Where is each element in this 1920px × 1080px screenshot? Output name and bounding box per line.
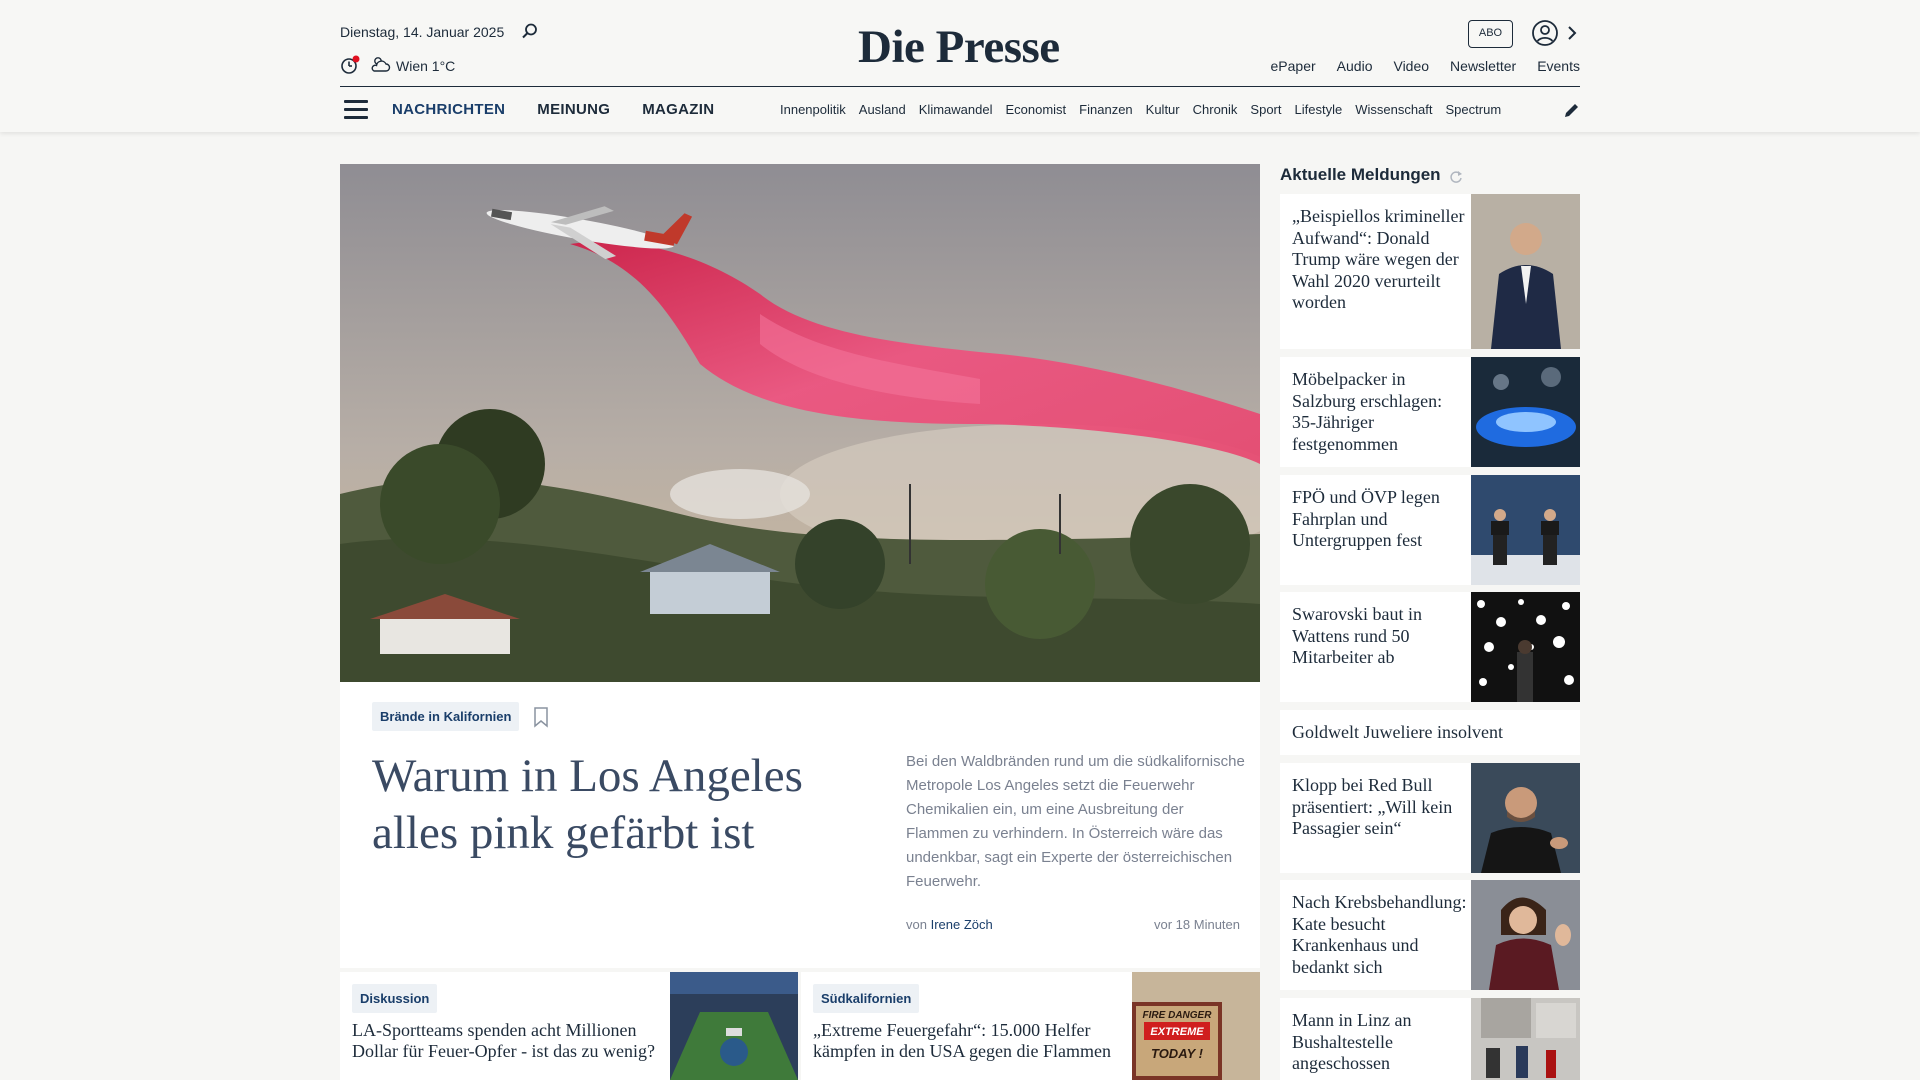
news-item[interactable]: Nach Krebsbehandlung: Kate besucht Krank… (1280, 880, 1580, 990)
sign-text: TODAY ! (1151, 1046, 1204, 1061)
hero-byline: von Irene Zöch (906, 917, 993, 932)
search-icon[interactable] (521, 22, 539, 40)
nav-nachrichten[interactable]: NACHRICHTEN (392, 101, 505, 118)
hero-headline[interactable]: Warum in Los Angeles alles pink gefärbt … (372, 748, 872, 862)
header-divider (340, 86, 1580, 87)
site-logo[interactable]: Die Presse (858, 20, 1060, 74)
weather-text: Wien 1°C (396, 58, 456, 74)
site-header: Dienstag, 14. Januar 2025 Wien 1°C Die P… (0, 0, 1920, 132)
news-item[interactable]: Möbelpacker in Salzburg erschlagen: 35-J… (1280, 357, 1580, 467)
card-topic-tag[interactable]: Diskussion (352, 984, 438, 1013)
top-links: ePaper Audio Video Newsletter Events (1271, 58, 1580, 74)
subnav-ausland[interactable]: Ausland (859, 102, 906, 117)
menu-icon[interactable] (344, 100, 368, 120)
subnav-wissenschaft[interactable]: Wissenschaft (1355, 102, 1432, 117)
news-item-title[interactable]: Klopp bei Red Bull präsentiert: „Will ke… (1292, 775, 1467, 840)
nav-magazin[interactable]: MAGAZIN (642, 101, 714, 118)
subnav-chronik[interactable]: Chronik (1193, 102, 1238, 117)
hero-timestamp: vor 18 Minuten (1154, 917, 1240, 932)
user-icon[interactable] (1531, 19, 1559, 47)
subnav-spectrum[interactable]: Spectrum (1446, 102, 1502, 117)
news-item-title[interactable]: Mann in Linz an Bushaltestelle angeschos… (1292, 1010, 1467, 1075)
top-link-epaper[interactable]: ePaper (1271, 58, 1316, 74)
card-image[interactable] (670, 972, 798, 1080)
weather-icon (371, 57, 391, 72)
subnav-sport[interactable]: Sport (1250, 102, 1281, 117)
news-item-image[interactable] (1471, 880, 1580, 990)
news-item-image[interactable] (1471, 475, 1580, 585)
news-item-image[interactable] (1471, 194, 1580, 349)
news-item-title[interactable]: Swarovski baut in Wattens rund 50 Mitarb… (1292, 604, 1467, 669)
news-item-title[interactable]: FPÖ und ÖVP legen Fahrplan und Untergrup… (1292, 487, 1467, 552)
pen-icon[interactable] (1563, 101, 1581, 119)
top-link-video[interactable]: Video (1393, 58, 1429, 74)
subnav-finanzen[interactable]: Finanzen (1079, 102, 1132, 117)
news-item[interactable]: „Beispiellos krimineller Aufwand“: Donal… (1280, 194, 1580, 349)
current-date: Dienstag, 14. Januar 2025 (340, 24, 505, 40)
news-item[interactable]: Swarovski baut in Wattens rund 50 Mitarb… (1280, 592, 1580, 702)
news-item[interactable]: Mann in Linz an Bushaltestelle angeschos… (1280, 998, 1580, 1080)
card-title[interactable]: „Extreme Feuergefahr“: 15.000 Helfer käm… (813, 1020, 1123, 1062)
sub-nav: Innenpolitik Ausland Klimawandel Economi… (780, 102, 1540, 117)
news-item-image[interactable] (1471, 592, 1580, 702)
hero-teaser: Bei den Waldbränden rund um die südkalif… (906, 753, 1245, 890)
news-item-image[interactable] (1471, 998, 1580, 1080)
subnav-kultur[interactable]: Kultur (1146, 102, 1180, 117)
subnav-economist[interactable]: Economist (1005, 102, 1066, 117)
sign-text: FIRE DANGER (1143, 1010, 1213, 1021)
news-item[interactable]: Klopp bei Red Bull präsentiert: „Will ke… (1280, 763, 1580, 873)
news-item[interactable]: FPÖ und ÖVP legen Fahrplan und Untergrup… (1280, 475, 1580, 585)
top-link-newsletter[interactable]: Newsletter (1450, 58, 1516, 74)
refresh-icon[interactable] (1449, 170, 1463, 184)
news-item-title[interactable]: „Beispiellos krimineller Aufwand“: Donal… (1292, 206, 1467, 314)
news-item-title[interactable]: Nach Krebsbehandlung: Kate besucht Krank… (1292, 892, 1467, 978)
sign-text: EXTREME (1150, 1026, 1204, 1038)
card-title[interactable]: LA-Sportteams spenden acht Millionen Dol… (352, 1020, 662, 1062)
hero-image[interactable] (340, 164, 1260, 682)
news-item[interactable]: Goldwelt Juweliere insolvent (1280, 710, 1580, 755)
news-item-title[interactable]: Goldwelt Juweliere insolvent (1292, 722, 1562, 744)
byline-prefix: von (906, 917, 927, 932)
author-link[interactable]: Irene Zöch (931, 917, 993, 932)
news-item-image[interactable] (1471, 763, 1580, 873)
subnav-innenpolitik[interactable]: Innenpolitik (780, 102, 846, 117)
top-link-events[interactable]: Events (1537, 58, 1580, 74)
subnav-lifestyle[interactable]: Lifestyle (1295, 102, 1343, 117)
news-item-title[interactable]: Möbelpacker in Salzburg erschlagen: 35-J… (1292, 369, 1467, 455)
main-nav: NACHRICHTEN MEINUNG MAGAZIN (392, 101, 714, 118)
card-image[interactable]: FIRE DANGER EXTREME TODAY ! (1132, 972, 1260, 1080)
abo-button[interactable]: ABO (1468, 20, 1513, 48)
reading-meter-icon[interactable] (340, 55, 360, 75)
subnav-klimawandel[interactable]: Klimawandel (919, 102, 993, 117)
nav-meinung[interactable]: MEINUNG (537, 101, 610, 118)
subnav-fade (1500, 96, 1540, 124)
chevron-right-icon[interactable] (1566, 24, 1578, 42)
hero-topic-tag[interactable]: Brände in Kalifornien (372, 702, 520, 731)
top-link-audio[interactable]: Audio (1337, 58, 1373, 74)
card-topic-tag[interactable]: Südkalifornien (813, 984, 920, 1013)
sidebar-title: Aktuelle Meldungen (1280, 165, 1441, 184)
bookmark-icon[interactable] (533, 706, 549, 728)
news-item-image[interactable] (1471, 357, 1580, 467)
